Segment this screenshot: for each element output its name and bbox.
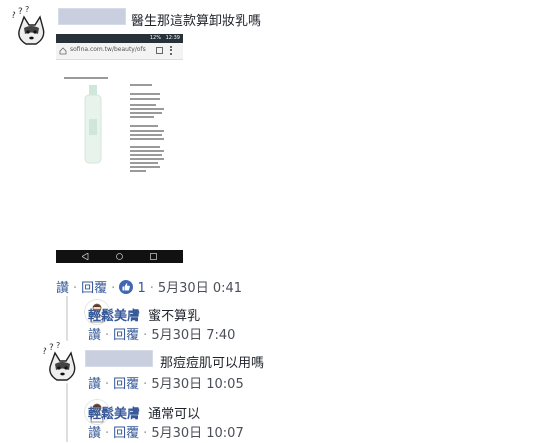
commenter-name-blurred[interactable] — [58, 8, 126, 25]
like-count[interactable]: 1 — [137, 281, 145, 296]
reply-actions: 讚 · 回覆 · 5月30日 10:07 — [88, 426, 244, 441]
product-page — [56, 60, 183, 250]
svg-text:?: ? — [56, 341, 60, 350]
svg-text:?: ? — [11, 11, 16, 21]
timestamp[interactable]: 5月30日 0:41 — [158, 281, 242, 296]
reply-text: 輕鬆美膚 通常可以 — [88, 403, 200, 422]
url-text: sofina.com.tw/beauty/ofs — [70, 46, 146, 53]
status-time: 12:39 — [165, 35, 180, 41]
back-icon — [82, 253, 89, 260]
svg-text:?: ? — [49, 343, 54, 353]
phone-status-bar: 12% 12:39 — [56, 34, 183, 43]
attached-screenshot[interactable]: 12% 12:39 sofina.com.tw/beauty/ofs — [56, 34, 183, 263]
reply-link[interactable]: 回覆 — [81, 281, 107, 296]
recents-icon — [150, 253, 157, 260]
timestamp[interactable]: 5月30日 10:07 — [151, 426, 243, 441]
reply-author[interactable]: 輕鬆美膚 — [88, 309, 140, 324]
phone-url-bar: sofina.com.tw/beauty/ofs — [56, 43, 183, 60]
comment-text: 醫生那這款算卸妝乳嗎 — [131, 14, 262, 29]
husky-avatar-icon: ? ? ? — [39, 340, 83, 384]
timestamp[interactable]: 5月30日 10:05 — [151, 377, 243, 392]
svg-text:?: ? — [18, 7, 23, 17]
tabs-icon — [156, 47, 163, 54]
timestamp[interactable]: 5月30日 7:40 — [151, 328, 235, 343]
reply-text: 輕鬆美膚 蜜不算乳 — [88, 305, 200, 324]
reply-link[interactable]: 回覆 — [113, 328, 139, 343]
svg-text:?: ? — [42, 347, 47, 357]
menu-icon — [170, 46, 174, 55]
husky-avatar-icon: ? ? ? — [8, 4, 52, 48]
phone-nav-bar — [56, 250, 183, 263]
reply-actions: 讚 · 回覆 · 5月30日 10:05 — [88, 377, 244, 392]
like-link[interactable]: 讚 — [88, 328, 101, 343]
like-link[interactable]: 讚 — [56, 281, 69, 296]
home-circle-icon — [116, 253, 123, 260]
reply-message: 通常可以 — [148, 407, 201, 422]
product-bottle-icon — [84, 85, 102, 164]
reply-message: 那痘痘肌可以用嗎 — [160, 356, 265, 371]
reply-author[interactable]: 輕鬆美膚 — [88, 407, 140, 422]
status-battery: 12% — [149, 35, 161, 41]
thumbs-up-icon[interactable] — [119, 280, 134, 294]
svg-text:?: ? — [25, 5, 29, 14]
commenter-avatar[interactable]: ? ? ? — [39, 340, 83, 384]
reply-link[interactable]: 回覆 — [113, 377, 139, 392]
commenter-avatar[interactable]: ? ? ? — [8, 4, 52, 48]
reply-actions: 讚 · 回覆 · 5月30日 7:40 — [88, 328, 236, 343]
reply-link[interactable]: 回覆 — [113, 426, 139, 441]
comment-actions: 讚 · 回覆 · 1 · 5月30日 0:41 — [56, 280, 243, 296]
like-link[interactable]: 讚 — [88, 426, 101, 441]
reply-message: 蜜不算乳 — [148, 309, 201, 324]
commenter-name-blurred[interactable] — [85, 350, 153, 367]
home-icon — [59, 47, 67, 55]
like-link[interactable]: 讚 — [88, 377, 101, 392]
